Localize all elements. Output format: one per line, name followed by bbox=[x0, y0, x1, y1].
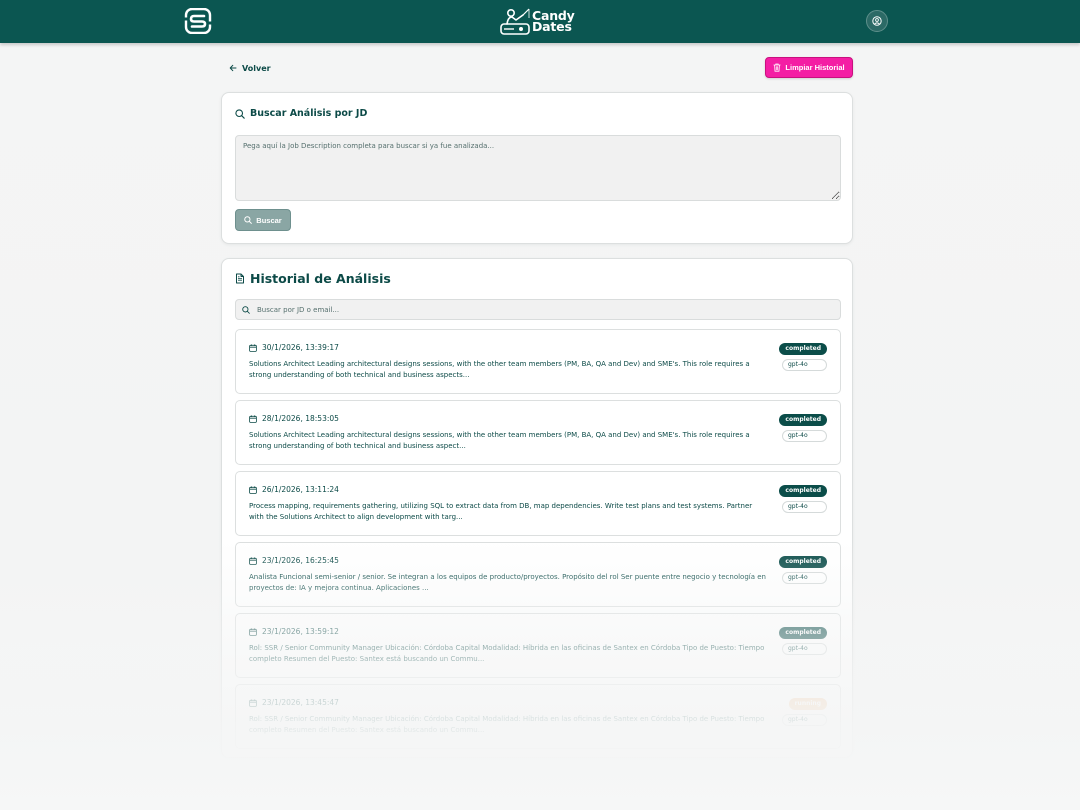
history-item[interactable]: 28/1/2026, 18:53:05 Solutions Architect … bbox=[235, 400, 841, 465]
search-jd-card: Buscar Análisis por JD Buscar bbox=[221, 92, 853, 244]
search-button-label: Buscar bbox=[256, 215, 282, 225]
history-item-date: 28/1/2026, 18:53:05 bbox=[249, 414, 339, 423]
search-icon bbox=[242, 305, 250, 314]
user-icon bbox=[872, 16, 882, 26]
calendar-icon bbox=[249, 343, 257, 352]
status-badge: completed bbox=[779, 343, 827, 355]
status-badge: completed bbox=[779, 556, 827, 568]
calendar-icon bbox=[249, 698, 257, 707]
history-item[interactable]: 26/1/2026, 13:11:24 Process mapping, req… bbox=[235, 471, 841, 536]
history-item[interactable]: 23/1/2026, 16:25:45 Analista Funcional s… bbox=[235, 542, 841, 607]
brand-line2: Dates bbox=[532, 19, 572, 34]
clear-history-label: Limpiar Historial bbox=[785, 63, 845, 72]
history-item-date: 23/1/2026, 13:45:47 bbox=[249, 698, 339, 707]
search-card-title-text: Buscar Análisis por JD bbox=[250, 108, 368, 119]
brand-name: Candy Dates bbox=[532, 9, 575, 34]
top-bar: Candy Dates bbox=[0, 0, 1080, 43]
back-link[interactable]: Volver bbox=[229, 61, 271, 75]
history-item[interactable]: 23/1/2026, 13:45:47 Rol: SSR / Senior Co… bbox=[235, 684, 841, 749]
status-badge: completed bbox=[779, 627, 827, 639]
history-title: Historial de Análisis bbox=[235, 271, 391, 286]
calendar-icon bbox=[249, 414, 257, 423]
arrow-left-icon bbox=[229, 64, 237, 72]
document-icon bbox=[236, 273, 244, 284]
history-item-date-text: 23/1/2026, 13:45:47 bbox=[262, 698, 339, 707]
history-item-description: Solutions Architect Leading architectura… bbox=[249, 431, 750, 450]
history-item-date: 23/1/2026, 16:25:45 bbox=[249, 556, 339, 565]
calendar-icon bbox=[249, 556, 257, 565]
history-item-date: 26/1/2026, 13:11:24 bbox=[249, 485, 339, 494]
search-button[interactable]: Buscar bbox=[235, 209, 291, 231]
model-badge: gpt-4o bbox=[782, 430, 827, 442]
fisherman-icon bbox=[500, 8, 530, 35]
trash-icon bbox=[773, 63, 782, 72]
status-badge: running bbox=[788, 698, 827, 710]
back-label: Volver bbox=[242, 63, 271, 73]
history-item-date: 23/1/2026, 13:59:12 bbox=[249, 627, 339, 636]
history-title-text: Historial de Análisis bbox=[250, 271, 391, 286]
history-item-description: Analista Funcional semi-senior / senior.… bbox=[249, 573, 766, 592]
calendar-icon bbox=[249, 627, 257, 636]
clear-history-button[interactable]: Limpiar Historial bbox=[765, 57, 853, 78]
history-item-date-text: 26/1/2026, 13:11:24 bbox=[262, 485, 339, 494]
history-item-date-text: 28/1/2026, 18:53:05 bbox=[262, 414, 339, 423]
history-card: Historial de Análisis 30/1/2026, 13:39:1… bbox=[221, 258, 853, 758]
model-badge: gpt-4o bbox=[782, 359, 827, 371]
history-item-date-text: 23/1/2026, 13:59:12 bbox=[262, 627, 339, 636]
search-icon bbox=[235, 108, 245, 119]
history-item-description: Rol: SSR / Senior Community Manager Ubic… bbox=[249, 644, 765, 663]
history-item-date: 30/1/2026, 13:39:17 bbox=[249, 343, 339, 352]
model-badge: gpt-4o bbox=[782, 643, 827, 655]
calendar-icon bbox=[249, 485, 257, 494]
history-item[interactable]: 23/1/2026, 13:59:12 Rol: SSR / Senior Co… bbox=[235, 613, 841, 678]
search-icon bbox=[244, 216, 253, 224]
jd-textarea[interactable] bbox=[235, 135, 841, 201]
status-badge: completed bbox=[779, 485, 827, 497]
history-filter bbox=[235, 299, 841, 320]
brand-logo[interactable]: Candy Dates bbox=[499, 6, 575, 36]
model-badge: gpt-4o bbox=[782, 501, 827, 513]
history-item-description: Process mapping, requirements gathering,… bbox=[249, 502, 753, 521]
user-menu-button[interactable] bbox=[866, 10, 888, 32]
history-filter-input[interactable] bbox=[257, 305, 817, 314]
history-item[interactable]: 30/1/2026, 13:39:17 Solutions Architect … bbox=[235, 329, 841, 394]
model-badge: gpt-4o bbox=[782, 572, 827, 584]
status-badge: completed bbox=[779, 414, 827, 426]
s-logo-icon[interactable] bbox=[184, 8, 212, 34]
history-item-date-text: 23/1/2026, 16:25:45 bbox=[262, 556, 339, 565]
model-badge: gpt-4o bbox=[782, 714, 827, 726]
search-card-title: Buscar Análisis por JD bbox=[235, 108, 367, 119]
history-item-description: Solutions Architect Leading architectura… bbox=[249, 360, 750, 379]
history-item-description: Rol: SSR / Senior Community Manager Ubic… bbox=[249, 715, 765, 734]
history-item-date-text: 30/1/2026, 13:39:17 bbox=[262, 343, 339, 352]
